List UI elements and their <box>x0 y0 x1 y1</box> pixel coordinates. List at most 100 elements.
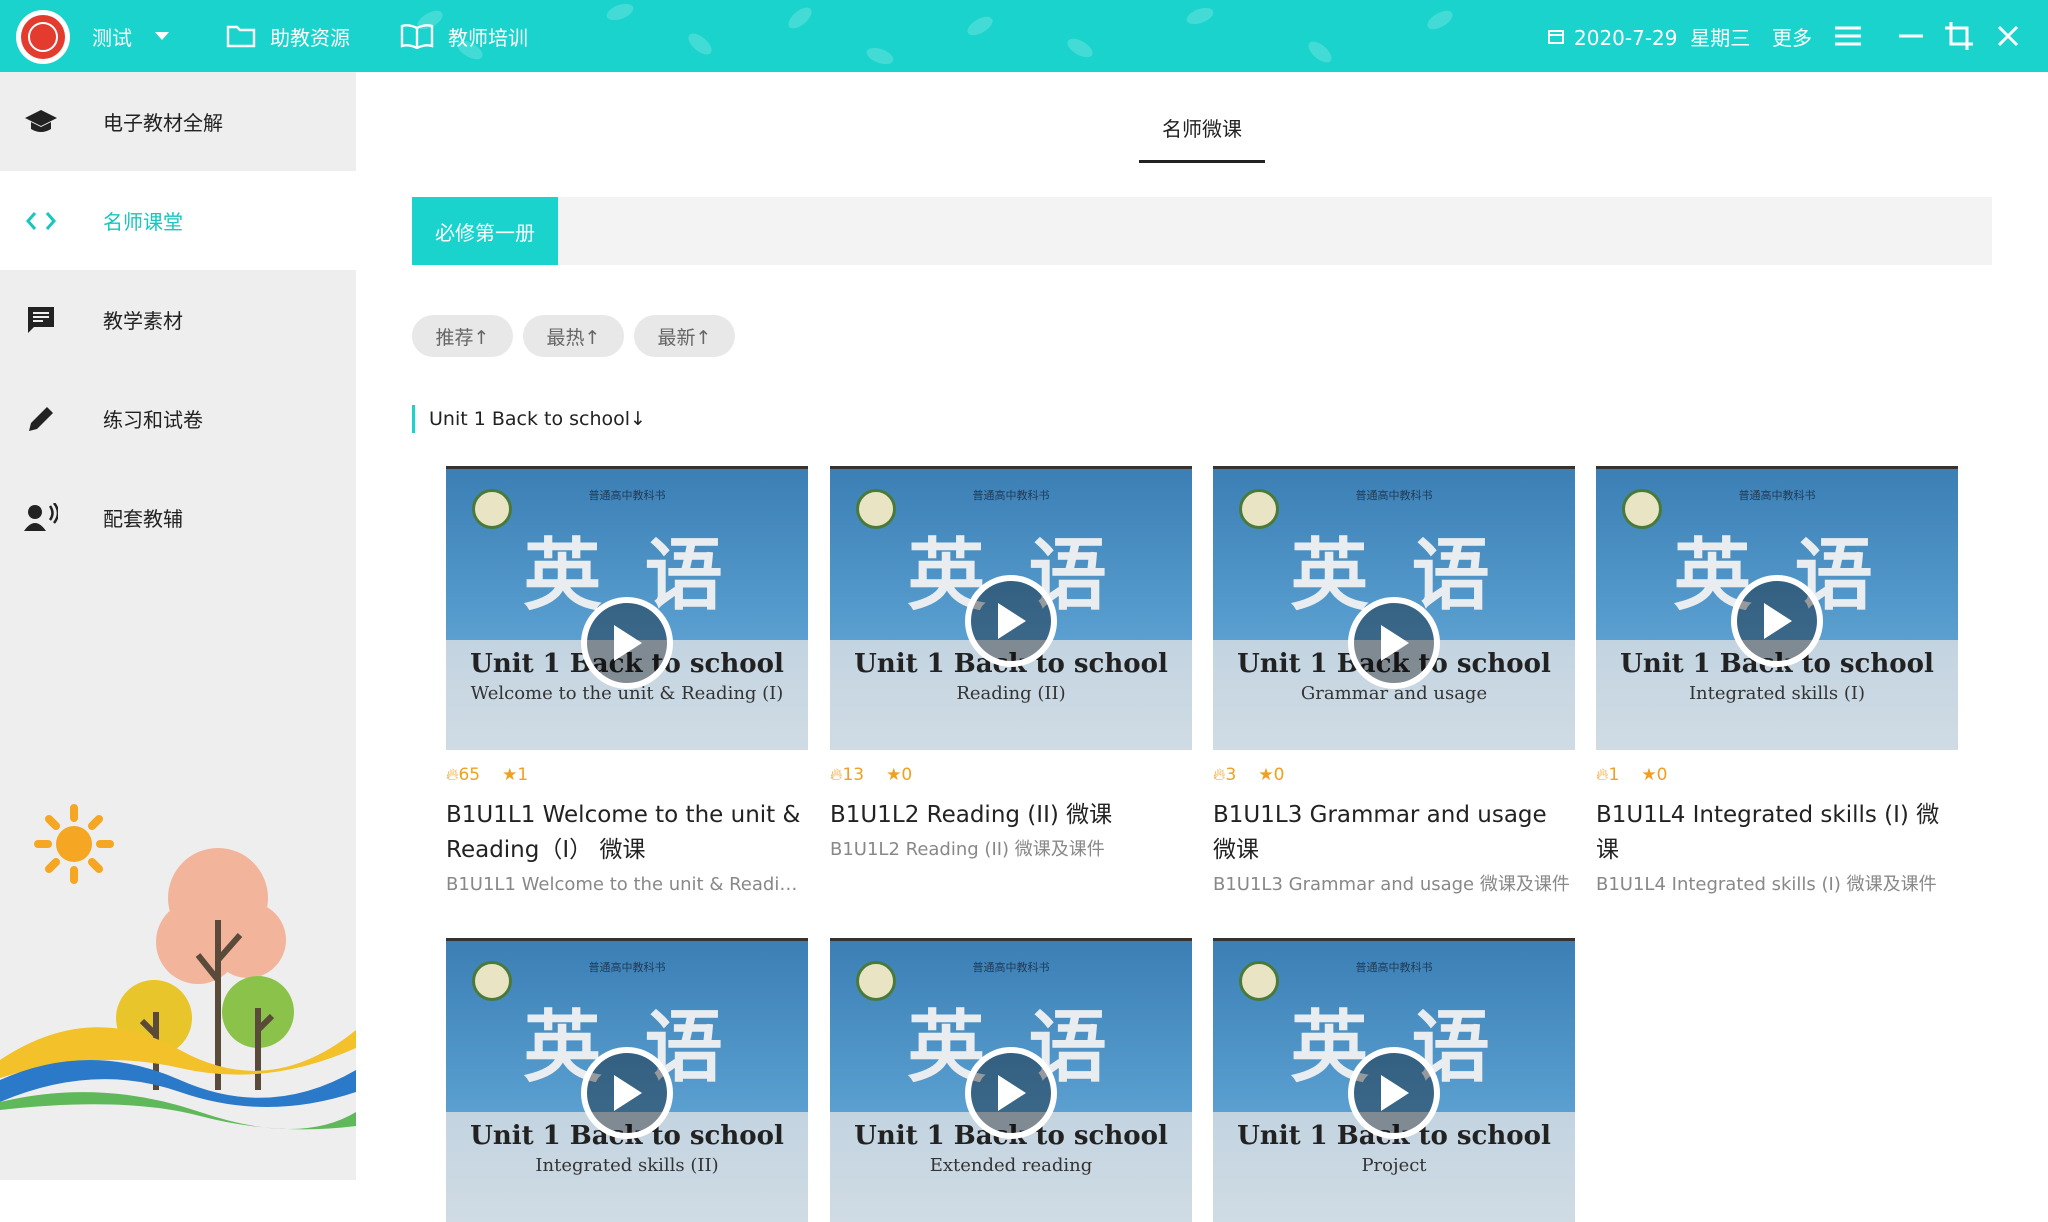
book-selector-bar <box>412 197 1992 265</box>
video-card[interactable]: 普通高中教科书英 语 Unit 1 Back to school Integrate… <box>1596 466 1958 896</box>
account-dropdown[interactable]: 测试 <box>92 0 170 72</box>
card-subtitle: B1U1L2 Reading (II) 微课及课件 <box>830 839 1105 860</box>
card-title[interactable]: B1U1L1 Welcome to the unit & Reading（I） … <box>446 798 808 868</box>
close-icon <box>1997 25 2019 47</box>
card-subtitle: B1U1L4 Integrated skills (I) 微课及课件 <box>1596 874 1937 895</box>
tab-teacher-microclass[interactable]: 名师微课 <box>1139 94 1265 164</box>
graduation-cap-icon <box>24 105 58 139</box>
sidebar-item-textbook[interactable]: 电子教材全解 <box>0 72 356 171</box>
minimize-icon <box>1899 34 1923 38</box>
thumb-series: 普通高中教科书 <box>1355 961 1433 974</box>
close-button[interactable] <box>1990 18 2026 54</box>
account-label: 测试 <box>92 25 132 50</box>
card-stats: 🔥︎65 ★1 <box>446 764 808 786</box>
video-card[interactable]: 普通高中教科书英 语 Unit 1 Back to school Extended … <box>830 938 1192 1222</box>
more-button[interactable]: 更多 <box>1772 0 1812 72</box>
play-icon <box>1381 1075 1409 1111</box>
card-stats: 🔥︎1 ★0 <box>1596 764 1958 786</box>
thumb-lesson: Integrated skills (I) <box>1688 683 1866 704</box>
card-title[interactable]: B1U1L3 Grammar and usage 微课 <box>1213 798 1575 868</box>
video-card[interactable]: 普通高中教科书英 语 Unit 1 Back to school Grammar a… <box>1213 466 1575 896</box>
star-count: ★0 <box>886 765 913 785</box>
play-button[interactable] <box>581 1047 673 1139</box>
training-button[interactable]: 教师培训 <box>400 0 528 72</box>
card-title[interactable]: B1U1L4 Integrated skills (I) 微课 <box>1596 798 1958 868</box>
thumb-lesson: Integrated skills (II) <box>535 1155 719 1176</box>
play-icon <box>998 603 1026 639</box>
play-button[interactable] <box>965 575 1057 667</box>
minimize-button[interactable] <box>1893 18 1929 54</box>
thumb-series: 普通高中教科书 <box>972 489 1050 502</box>
play-button[interactable] <box>965 1047 1057 1139</box>
video-thumbnail[interactable]: 普通高中教科书英 语 Unit 1 Back to school Grammar a… <box>1213 466 1575 750</box>
pencil-icon <box>24 402 58 436</box>
card-title[interactable]: B1U1L2 Reading (II) 微课 <box>830 798 1192 833</box>
date-display: 2020-7-29 星期三 <box>1548 0 1750 72</box>
hot-count: 🔥︎1 <box>1596 765 1620 785</box>
star-count: ★0 <box>1641 765 1668 785</box>
video-thumbnail[interactable]: 普通高中教科书英 语 Unit 1 Back to school Integrate… <box>446 938 808 1222</box>
video-card[interactable]: 普通高中教科书英 语 Unit 1 Back to school Project <box>1213 938 1575 1222</box>
hot-count: 🔥︎13 <box>830 765 865 785</box>
sidebar-item-teacher-class[interactable]: 名师课堂 <box>0 171 356 270</box>
video-card[interactable]: 普通高中教科书英 语 Unit 1 Back to school Reading (… <box>830 466 1192 861</box>
sidebar-item-materials[interactable]: 教学素材 <box>0 270 356 369</box>
more-label: 更多 <box>1772 25 1812 50</box>
card-subtitle: B1U1L1 Welcome to the unit & Reading（I）微… <box>446 874 808 895</box>
play-icon <box>1764 603 1792 639</box>
play-button[interactable] <box>1731 575 1823 667</box>
resources-button[interactable]: 助教资源 <box>226 0 350 72</box>
video-card[interactable]: 普通高中教科书英 语 Unit 1 Back to school Integrate… <box>446 938 808 1222</box>
sort-hottest-button[interactable]: 最热↑ <box>523 315 624 357</box>
hot-count: 🔥︎65 <box>446 765 481 785</box>
play-icon <box>998 1075 1026 1111</box>
thumb-series: 普通高中教科书 <box>588 961 666 974</box>
thumb-series: 普通高中教科书 <box>1738 489 1816 502</box>
calendar-icon <box>1548 30 1564 44</box>
sun-icon <box>34 804 114 884</box>
sidebar-item-label: 配套教辅 <box>103 507 183 531</box>
hot-count: 🔥︎3 <box>1213 765 1237 785</box>
top-bar: 测试 助教资源 教师培训 2020-7-29 星期三 更多 <box>0 0 2048 72</box>
folder-icon <box>226 25 256 48</box>
play-icon <box>614 625 642 661</box>
video-thumbnail[interactable]: 普通高中教科书英 语 Unit 1 Back to school Welcome t… <box>446 466 808 750</box>
sidebar-item-exercises[interactable]: 练习和试卷 <box>0 369 356 468</box>
decorative-landscape-illustration <box>0 804 356 1130</box>
book-button-compulsory-1[interactable]: 必修第一册 <box>412 197 558 265</box>
sort-recommend-button[interactable]: 推荐↑ <box>412 315 513 357</box>
play-icon <box>614 1075 642 1111</box>
resources-label: 助教资源 <box>270 25 350 50</box>
training-label: 教师培训 <box>448 25 528 50</box>
card-stats: 🔥︎13 ★0 <box>830 764 1192 786</box>
message-icon <box>24 303 58 337</box>
thumb-lesson: Extended reading <box>929 1155 1093 1176</box>
unit-header[interactable]: Unit 1 Back to school↓ <box>412 405 646 433</box>
video-thumbnail[interactable]: 普通高中教科书英 语 Unit 1 Back to school Project <box>1213 938 1575 1222</box>
video-thumbnail[interactable]: 普通高中教科书英 语 Unit 1 Back to school Extended … <box>830 938 1192 1222</box>
sidebar-item-supplements[interactable]: 配套教辅 <box>0 468 356 567</box>
date-text: 2020-7-29 星期三 <box>1574 25 1751 50</box>
menu-button[interactable] <box>1830 18 1866 54</box>
play-button[interactable] <box>581 597 673 689</box>
sidebar-item-label: 名师课堂 <box>103 210 183 234</box>
code-icon <box>24 204 58 238</box>
sidebar-item-label: 练习和试卷 <box>103 408 203 432</box>
play-button[interactable] <box>1348 597 1440 689</box>
tab-underline <box>1139 160 1265 163</box>
card-stats: 🔥︎3 ★0 <box>1213 764 1575 786</box>
play-button[interactable] <box>1348 1047 1440 1139</box>
app-logo[interactable] <box>16 10 70 64</box>
thumb-series: 普通高中教科书 <box>972 961 1050 974</box>
voice-person-icon <box>24 501 58 535</box>
video-card[interactable]: 普通高中教科书英 语 Unit 1 Back to school Welcome t… <box>446 466 808 896</box>
thumb-series: 普通高中教科书 <box>588 489 666 502</box>
video-thumbnail[interactable]: 普通高中教科书英 语 Unit 1 Back to school Reading (… <box>830 466 1192 750</box>
video-thumbnail[interactable]: 普通高中教科书英 语 Unit 1 Back to school Integrate… <box>1596 466 1958 750</box>
card-subtitle: B1U1L3 Grammar and usage 微课及课件 <box>1213 874 1570 895</box>
sidebar-item-label: 电子教材全解 <box>103 111 223 135</box>
crop-button[interactable] <box>1941 18 1977 54</box>
sort-newest-button[interactable]: 最新↑ <box>634 315 735 357</box>
hamburger-icon <box>1835 26 1861 46</box>
play-icon <box>1381 625 1409 661</box>
